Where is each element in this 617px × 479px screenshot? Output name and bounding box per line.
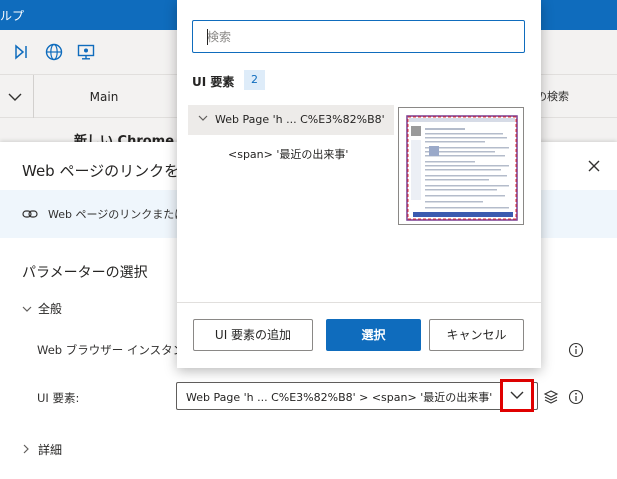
- tree-item-webpage[interactable]: Web Page 'h ... C%E3%82%B8': [188, 105, 394, 135]
- info-icon[interactable]: [568, 342, 584, 358]
- chevron-down-icon[interactable]: [198, 114, 208, 125]
- globe-recorder-icon[interactable]: [44, 42, 64, 62]
- tree-item-label: Web Page 'h ... C%E3%82%B8': [215, 113, 385, 126]
- ui-element-picker: UI 要素 2 Web Page 'h ... C%E3%82%B8' <spa…: [177, 0, 541, 368]
- menu-help-fragment[interactable]: ルプ: [0, 7, 24, 24]
- search-input[interactable]: [193, 21, 524, 52]
- chevron-down-icon: [22, 305, 32, 316]
- ui-elements-heading: UI 要素: [192, 75, 235, 89]
- cancel-button[interactable]: キャンセル: [429, 319, 524, 351]
- add-ui-element-button[interactable]: UI 要素の追加: [193, 319, 313, 351]
- select-button[interactable]: 選択: [326, 319, 421, 351]
- ui-element-value: Web Page 'h ... C%E3%82%B8' > <span> '最近…: [186, 391, 493, 404]
- group-general-label: 全般: [38, 302, 63, 316]
- ui-element-field[interactable]: Web Page 'h ... C%E3%82%B8' > <span> '最近…: [176, 382, 538, 410]
- divider: [177, 302, 541, 303]
- link-icon: [22, 207, 38, 221]
- desktop-recorder-icon[interactable]: [76, 42, 96, 62]
- chevron-down-icon[interactable]: [6, 89, 24, 105]
- element-preview-thumbnail: [398, 107, 524, 225]
- ui-element-label: UI 要素:: [37, 391, 80, 405]
- section-title: パラメーターの選択: [22, 265, 148, 281]
- info-text: Web ページのリンクまたはそ: [48, 208, 197, 221]
- chevron-right-icon: [22, 444, 32, 457]
- group-general[interactable]: 全般: [22, 300, 62, 317]
- text-caret: [207, 29, 208, 45]
- info-icon[interactable]: [568, 389, 584, 405]
- run-next-icon[interactable]: [12, 42, 32, 62]
- group-advanced[interactable]: 詳細: [22, 441, 62, 458]
- close-icon[interactable]: [586, 158, 602, 174]
- ui-element-dropdown-button[interactable]: [500, 379, 534, 412]
- tree-item-span[interactable]: <span> '最近の出来事': [228, 146, 348, 162]
- browser-instance-label: Web ブラウザー インスタンス:: [37, 343, 200, 357]
- count-badge: 2: [244, 70, 265, 90]
- search-box[interactable]: [192, 20, 525, 53]
- group-advanced-label: 詳細: [38, 443, 63, 457]
- layers-icon[interactable]: [543, 389, 559, 405]
- tab-main[interactable]: Main: [34, 75, 174, 119]
- chevron-down-icon: [510, 391, 524, 399]
